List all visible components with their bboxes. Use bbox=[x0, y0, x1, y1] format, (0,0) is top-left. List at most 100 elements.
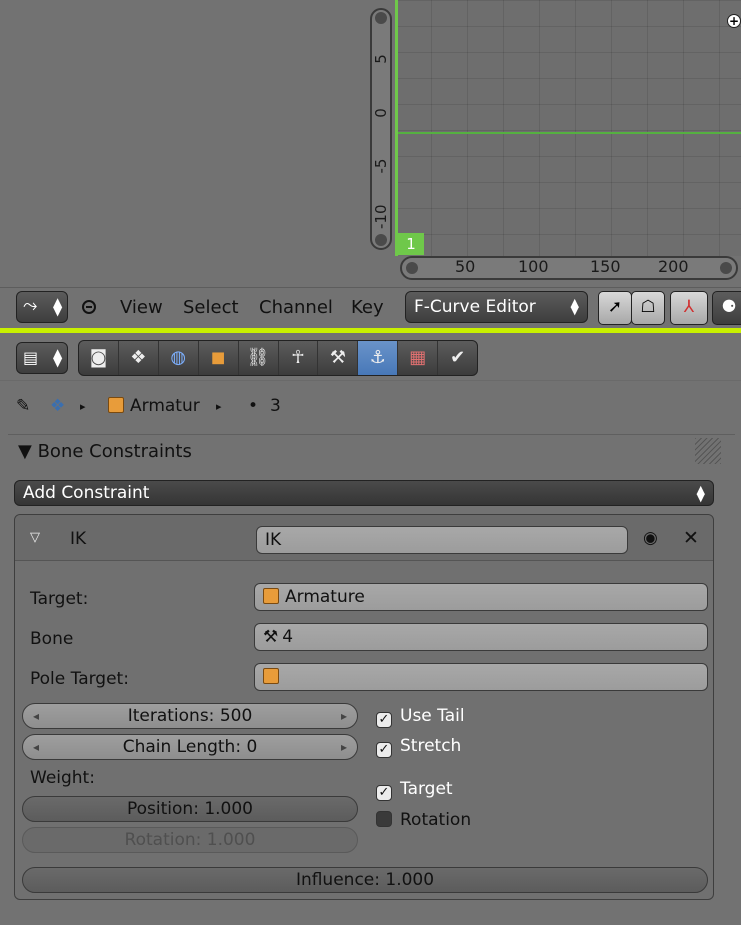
object-cube-icon bbox=[263, 668, 279, 684]
graph-grid[interactable] bbox=[395, 0, 741, 256]
updown-arrows-icon: ▲ ▼ bbox=[53, 346, 63, 369]
scroll-cap-top[interactable] bbox=[375, 12, 387, 24]
updown-arrows-icon: ▲ ▼ bbox=[696, 483, 705, 504]
current-frame-badge[interactable]: 1 bbox=[398, 233, 424, 255]
pole-target-field[interactable] bbox=[254, 663, 708, 691]
pin-icon[interactable]: ✎ bbox=[16, 396, 30, 416]
chain-link-icon: ⛓ bbox=[246, 347, 270, 368]
y-tick-label: 0 bbox=[372, 108, 390, 118]
target-checkbox[interactable]: ✓ Target bbox=[376, 779, 453, 801]
y-tick-label: -10 bbox=[372, 204, 390, 230]
scene-icon: ❖ bbox=[50, 396, 66, 416]
show-hidden-toggle[interactable]: ☖ bbox=[631, 291, 665, 325]
panel-title: Bone Constraints bbox=[37, 441, 192, 462]
object-cube-icon bbox=[263, 588, 279, 604]
close-icon[interactable]: ✕ bbox=[683, 527, 699, 549]
collapse-triangle-icon[interactable]: ▽ bbox=[30, 530, 40, 545]
properties-icon: ▤ bbox=[23, 348, 39, 367]
stretch-checkbox[interactable]: ✓ Stretch bbox=[376, 736, 461, 758]
breadcrumb-chevron-icon: ▸ bbox=[216, 400, 222, 413]
target-field[interactable]: Armature bbox=[254, 583, 708, 611]
menu-select[interactable]: Select bbox=[183, 297, 239, 318]
mode-select-value: F-Curve Editor bbox=[414, 297, 536, 317]
add-constraint-label: Add Constraint bbox=[23, 483, 150, 503]
scroll-cap-right[interactable] bbox=[720, 262, 732, 274]
scroll-cap-bottom[interactable] bbox=[375, 234, 387, 246]
influence-slider[interactable]: Influence: 1.000 bbox=[22, 867, 708, 893]
use-tail-checkbox[interactable]: ✓ Use Tail bbox=[376, 706, 465, 728]
object-cube-icon: ◼ bbox=[210, 347, 226, 368]
tab-world[interactable]: ◍ bbox=[159, 341, 199, 375]
add-constraint-dropdown[interactable]: Add Constraint ▲ ▼ bbox=[14, 480, 714, 506]
pivot-point-button[interactable]: ⅄ bbox=[670, 291, 708, 325]
rotation-check-label: Rotation bbox=[400, 810, 472, 830]
auto-snap-button[interactable]: ⚈ bbox=[712, 291, 741, 325]
constraint-type-label: IK bbox=[70, 529, 87, 549]
breadcrumb-chevron-icon: ▸ bbox=[80, 400, 86, 413]
bone-dot-icon: • bbox=[248, 396, 259, 416]
zero-value-line bbox=[398, 132, 741, 134]
tab-bone[interactable]: ⚒ bbox=[318, 341, 359, 375]
x-tick-label: 50 bbox=[455, 257, 476, 276]
breadcrumb-object: Armatur bbox=[108, 396, 200, 416]
current-frame-line[interactable] bbox=[395, 0, 398, 256]
decrement-arrow-icon[interactable]: ◂ bbox=[33, 735, 39, 759]
tab-texture[interactable]: ▦ bbox=[398, 341, 439, 375]
x-tick-label: 100 bbox=[518, 257, 549, 276]
position-weight-slider[interactable]: Position: 1.000 bbox=[22, 796, 358, 822]
bone-value: 4 bbox=[282, 627, 294, 647]
x-tick-label: 150 bbox=[590, 257, 621, 276]
only-selected-toggle[interactable]: ➚ bbox=[598, 291, 632, 325]
texture-checker-icon: ▦ bbox=[409, 347, 427, 368]
tab-render[interactable]: ◙ bbox=[79, 341, 119, 375]
collapse-menu-icon[interactable] bbox=[82, 300, 96, 314]
decrement-arrow-icon[interactable]: ◂ bbox=[33, 704, 39, 728]
snap-icon: ⚈ bbox=[721, 297, 737, 317]
tab-object-constraints[interactable]: ⛓ bbox=[239, 341, 279, 375]
properties-context-tabs: ◙ ❖ ◍ ◼ ⛓ ☥ ⚒ ⚓ ▦ ✔ bbox=[78, 340, 478, 376]
ghost-icon: ☖ bbox=[640, 297, 656, 317]
panel-drag-grip-icon[interactable] bbox=[695, 438, 721, 464]
weight-label: Weight: bbox=[30, 768, 95, 788]
tab-render-layers[interactable]: ❖ bbox=[119, 341, 159, 375]
mode-select[interactable]: F-Curve Editor ▲ ▼ bbox=[405, 291, 588, 323]
breadcrumb-object-name: Armatur bbox=[130, 396, 200, 416]
tab-object-data[interactable]: ☥ bbox=[279, 341, 319, 375]
target-value: Armature bbox=[285, 587, 365, 607]
add-area-plus-icon[interactable]: + bbox=[727, 14, 741, 28]
rotation-checkbox[interactable]: Rotation bbox=[376, 810, 471, 830]
tab-physics[interactable]: ✔ bbox=[438, 341, 477, 375]
updown-arrows-icon: ▲ ▼ bbox=[53, 295, 63, 318]
eye-visibility-icon[interactable]: ◉ bbox=[643, 528, 658, 548]
properties-editor-type-button[interactable]: ▤ ▲ ▼ bbox=[16, 342, 68, 374]
target-check-label: Target bbox=[400, 779, 453, 799]
increment-arrow-icon[interactable]: ▸ bbox=[341, 735, 347, 759]
x-tick-label: 200 bbox=[658, 257, 689, 276]
chain-length-field[interactable]: ◂ Chain Length: 0 ▸ bbox=[22, 734, 358, 760]
checkmark-icon: ✓ bbox=[376, 742, 392, 758]
scroll-cap-left[interactable] bbox=[406, 262, 418, 274]
object-cube-icon bbox=[108, 397, 124, 413]
editor-type-button[interactable]: ⤳ ▲ ▼ bbox=[16, 291, 68, 323]
rotation-weight-slider[interactable]: Rotation: 1.000 bbox=[22, 827, 358, 853]
render-layers-icon: ❖ bbox=[130, 347, 147, 368]
tab-object[interactable]: ◼ bbox=[199, 341, 239, 375]
increment-arrow-icon[interactable]: ▸ bbox=[341, 704, 347, 728]
unchecked-box-icon bbox=[376, 811, 392, 827]
tab-bone-constraints[interactable]: ⚓ bbox=[358, 341, 399, 375]
chain-length-value: Chain Length: 0 bbox=[122, 737, 258, 757]
panel-header[interactable]: ▼ Bone Constraints bbox=[18, 441, 192, 462]
disclosure-triangle-icon: ▼ bbox=[18, 441, 32, 462]
menu-channel[interactable]: Channel bbox=[259, 297, 333, 318]
updown-arrows-icon: ▲ ▼ bbox=[570, 296, 579, 317]
bone-constraint-icon: ⚓ bbox=[369, 347, 386, 368]
y-tick-label: -5 bbox=[372, 158, 390, 174]
bone-field[interactable]: ⚒ 4 bbox=[254, 623, 708, 651]
iterations-field[interactable]: ◂ Iterations: 500 ▸ bbox=[22, 703, 358, 729]
camera-icon: ◙ bbox=[89, 347, 108, 368]
y-tick-label: 5 bbox=[372, 54, 390, 64]
bone-label: Bone bbox=[30, 629, 74, 649]
menu-view[interactable]: View bbox=[120, 297, 163, 318]
menu-key[interactable]: Key bbox=[351, 297, 384, 318]
constraint-name-field[interactable]: IK bbox=[256, 526, 628, 554]
